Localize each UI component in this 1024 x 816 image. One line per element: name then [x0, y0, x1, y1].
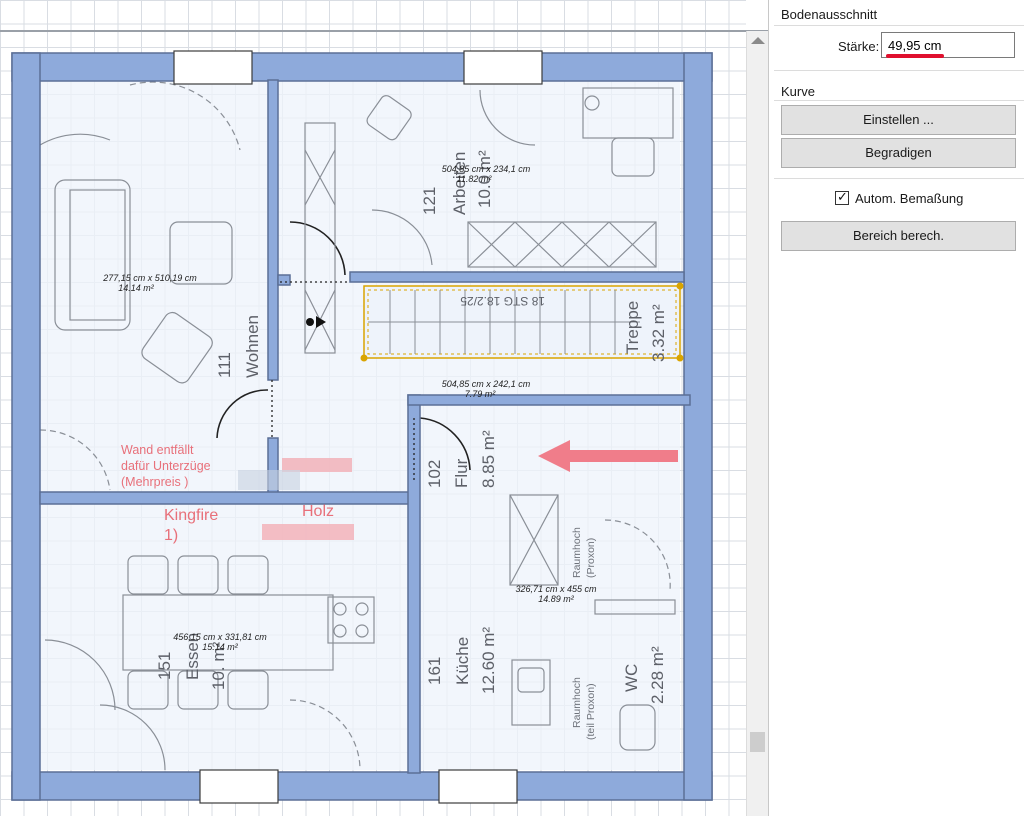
wall-top[interactable]	[11, 52, 713, 82]
wall-wohnen-hall[interactable]	[267, 79, 279, 381]
divider-floor-bottom	[774, 70, 1024, 71]
room-area-wc: 2.28 m²	[648, 646, 667, 704]
wall-flur-kueche[interactable]	[407, 394, 421, 774]
wall-left[interactable]	[11, 52, 41, 801]
adjust-button[interactable]: Einstellen ...	[781, 105, 1016, 135]
area-essen: 15.14 m²	[202, 642, 239, 652]
selection-handle-top[interactable]	[676, 282, 684, 290]
room-name-wohnen: Wohnen	[243, 315, 262, 378]
dims-kueche: 326,71 cm x 455 cm	[515, 584, 597, 594]
divider-floor	[774, 25, 1024, 26]
stair-area: 3.32 m²	[649, 304, 668, 362]
dims-essen: 456,15 cm x 331,81 cm	[173, 632, 267, 642]
section-curve-heading: Kurve	[781, 84, 815, 99]
wall-right[interactable]	[683, 52, 713, 801]
auto-dimension-label: Autom. Bemaßung	[855, 191, 964, 206]
wall-flur-top[interactable]	[407, 394, 691, 406]
straighten-button[interactable]: Begradigen	[781, 138, 1016, 168]
dims-arbeiten: 504,85 cm x 234,1 cm	[442, 164, 531, 174]
wall-wohnen-essen[interactable]	[39, 491, 419, 505]
room-area-kueche: 12.60 m²	[479, 627, 498, 694]
note-line-3: (Mehrpreis )	[121, 475, 188, 489]
dims-wohnen: 277,15 cm x 510,19 cm	[102, 273, 197, 283]
room-area-flur: 8.85 m²	[479, 430, 498, 488]
note-line-2: dafür Unterzüge	[121, 459, 211, 473]
section-floor-heading: Bodenausschnitt	[781, 7, 878, 22]
room-name-flur: Flur	[452, 458, 471, 488]
kingfire-label: Kingfire	[164, 507, 218, 524]
window-top-1[interactable]	[173, 50, 253, 85]
raumhoch-2-a: Raumhoch	[571, 677, 583, 728]
vertical-scrollbar[interactable]	[746, 31, 769, 816]
wall-arbeiten-stair[interactable]	[349, 271, 685, 283]
room-number-essen: 151	[155, 652, 174, 680]
dims-flur: 504,85 cm x 242,1 cm	[442, 379, 531, 389]
auto-dimension-checkbox[interactable]: ✓	[835, 189, 849, 205]
area-arbeiten: 11.82 m²	[457, 174, 493, 184]
room-number-arbeiten: 121	[420, 187, 439, 215]
divider-curve-bottom	[774, 178, 1024, 179]
raumhoch-2-b: (teil Proxon)	[585, 683, 597, 740]
area-kueche: 14.89 m²	[538, 594, 575, 604]
scroll-up-icon[interactable]	[751, 37, 765, 44]
selection-handle-right[interactable]	[676, 354, 684, 362]
room-name-wc: WC	[622, 664, 641, 692]
note-line-1: Wand entfällt	[121, 443, 194, 457]
window-bottom-2[interactable]	[438, 769, 518, 804]
holz-label: Holz	[302, 503, 334, 520]
red-underline-mark	[886, 54, 944, 58]
room-tint-layer	[40, 80, 680, 770]
room-number-flur: 102	[425, 460, 444, 488]
checkmark-icon: ✓	[837, 189, 848, 204]
wall-stub[interactable]	[277, 274, 291, 286]
unterzug-bar-2	[262, 524, 354, 540]
divider-curve	[774, 100, 1024, 101]
area-flur: 7.79 m²	[465, 389, 497, 399]
room-name-kueche: Küche	[453, 637, 472, 685]
kingfire-sub: 1)	[164, 527, 178, 544]
stair-name: Treppe	[623, 301, 642, 354]
scroll-thumb[interactable]	[750, 732, 765, 752]
window-bottom-1[interactable]	[199, 769, 279, 804]
area-wohnen: 14.14 m²	[118, 283, 155, 293]
calculate-area-button[interactable]: Bereich berech.	[781, 221, 1016, 251]
canvas-border	[0, 30, 768, 32]
raumhoch-1-a: Raumhoch	[571, 527, 583, 578]
floor-plan-canvas[interactable]: Wohnen 111 Arbeiten 121 10.0 m² Flur 102…	[0, 0, 746, 816]
room-number-kueche: 161	[425, 657, 444, 685]
thickness-label: Stärke:	[838, 39, 880, 54]
window-top-2[interactable]	[463, 50, 543, 85]
unterzug-bar-1	[282, 458, 352, 472]
raumhoch-1-b: (Proxon)	[585, 538, 597, 578]
wall-bottom[interactable]	[11, 771, 713, 801]
stair-label: 18 STG 18.2/25	[460, 294, 545, 308]
room-number-wohnen: 111	[215, 352, 234, 378]
selection-handle-left[interactable]	[360, 354, 368, 362]
